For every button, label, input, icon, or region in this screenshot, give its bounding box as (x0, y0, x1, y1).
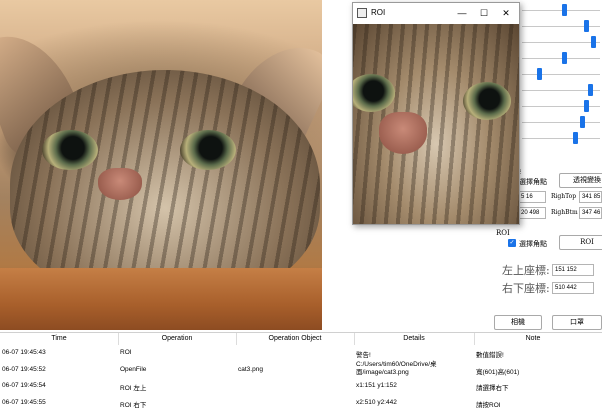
slider-thumb[interactable] (562, 4, 568, 16)
slider-track[interactable] (522, 58, 600, 59)
perspective-point1-field[interactable]: 5 16 (518, 191, 546, 203)
mask-button[interactable]: 口罩 (552, 315, 602, 330)
window-app-icon (357, 8, 367, 18)
table-row-time: 06-07 19:45:55 (2, 399, 46, 406)
slider-track[interactable] (522, 42, 600, 43)
bottom-right-coord-label: 右下座標: (502, 282, 550, 295)
camera-button[interactable]: 相機 (494, 315, 542, 330)
righttop-label: RighTop (551, 193, 577, 200)
column-header-details: Details (403, 335, 425, 342)
rightbtm-field[interactable]: 347 46 (579, 207, 602, 219)
table-row-operation: ROI 左上 (120, 385, 147, 392)
cat-head (10, 70, 320, 300)
bottom-right-coord-field[interactable]: 510 442 (552, 282, 594, 294)
slider-thumb[interactable] (536, 68, 542, 80)
slider-thumb[interactable] (591, 36, 597, 48)
top-left-coord-label: 左上座標: (502, 264, 550, 277)
column-header-note: Note (525, 335, 541, 342)
maximize-icon[interactable]: ☐ (475, 5, 493, 21)
perspective-transform-button[interactable]: 透視變換 (559, 173, 602, 188)
roi-window[interactable]: ROI — ☐ ✕ (352, 2, 520, 225)
slider-thumb[interactable] (580, 116, 586, 128)
roi-select-corner-checkbox[interactable]: ✓ (508, 239, 516, 247)
slider-track[interactable] (522, 138, 600, 139)
minimize-icon[interactable]: — (453, 5, 471, 21)
main-image-canvas[interactable] (0, 0, 322, 330)
roi-window-title: ROI (371, 8, 386, 17)
slider-track[interactable] (522, 10, 600, 11)
table-row-details: x1:151 y1:152 (356, 382, 397, 389)
slider-thumb[interactable] (587, 84, 593, 96)
slider-thumb[interactable] (584, 20, 590, 32)
table-row-details: 警告! (356, 352, 371, 359)
righttop-field[interactable]: 341 85 (579, 191, 602, 203)
table-row-operation: ROI (120, 349, 132, 356)
table-row-time: 06-07 19:45:43 (2, 349, 46, 356)
table-row-details: C:/Users/tim60/OneDrive/桌面/image/cat3.pn… (356, 361, 437, 376)
table-row-time: 06-07 19:45:52 (2, 366, 46, 373)
operation-log-table: Time Operation Operation Object Details … (0, 332, 602, 411)
perspective-point3-field[interactable]: 20 498 (518, 207, 546, 219)
slider-thumb[interactable] (584, 100, 590, 112)
roi-button[interactable]: ROI (559, 235, 602, 250)
column-header-time: Time (51, 335, 67, 342)
column-header-operation-object: Operation Object (268, 335, 322, 342)
slider-track[interactable] (522, 122, 600, 123)
column-header-operation: Operation (161, 335, 193, 342)
table-row-note: 請按ROI (476, 402, 501, 409)
wooden-table (0, 268, 322, 330)
roi-section-label: ROI (496, 229, 510, 237)
cat-eye-left (42, 130, 98, 170)
roi-cat-eye-left (353, 74, 395, 112)
table-row-note: 請選擇右下 (476, 385, 509, 392)
roi-window-titlebar[interactable]: ROI — ☐ ✕ (353, 3, 519, 23)
table-row-note: 寬(601)高(601) (476, 369, 520, 376)
roi-cat-nose (379, 112, 427, 154)
table-row-note: 數值錯誤! (476, 352, 504, 359)
cat-nose (98, 168, 142, 200)
slider-track[interactable] (522, 74, 600, 75)
roi-cat-eye-right (463, 82, 511, 120)
table-row-operation: OpenFile (120, 366, 147, 373)
table-row-details: x2:510 y2:442 (356, 399, 397, 406)
rightbtm-label: RighBtm (551, 209, 578, 216)
slider-thumb[interactable] (573, 132, 579, 144)
roi-image-canvas (353, 24, 519, 224)
table-row-time: 06-07 19:45:54 (2, 382, 46, 389)
cat-eye-right (180, 130, 236, 170)
perspective-select-corner-label: 選擇角點 (519, 178, 547, 186)
close-icon[interactable]: ✕ (497, 5, 515, 21)
slider-thumb[interactable] (562, 52, 568, 64)
table-row-operation: ROI 右下 (120, 402, 147, 409)
top-left-coord-field[interactable]: 151 152 (552, 264, 594, 276)
table-row-object: cat3.png (238, 366, 263, 373)
roi-select-corner-label: 選擇角點 (519, 240, 547, 248)
